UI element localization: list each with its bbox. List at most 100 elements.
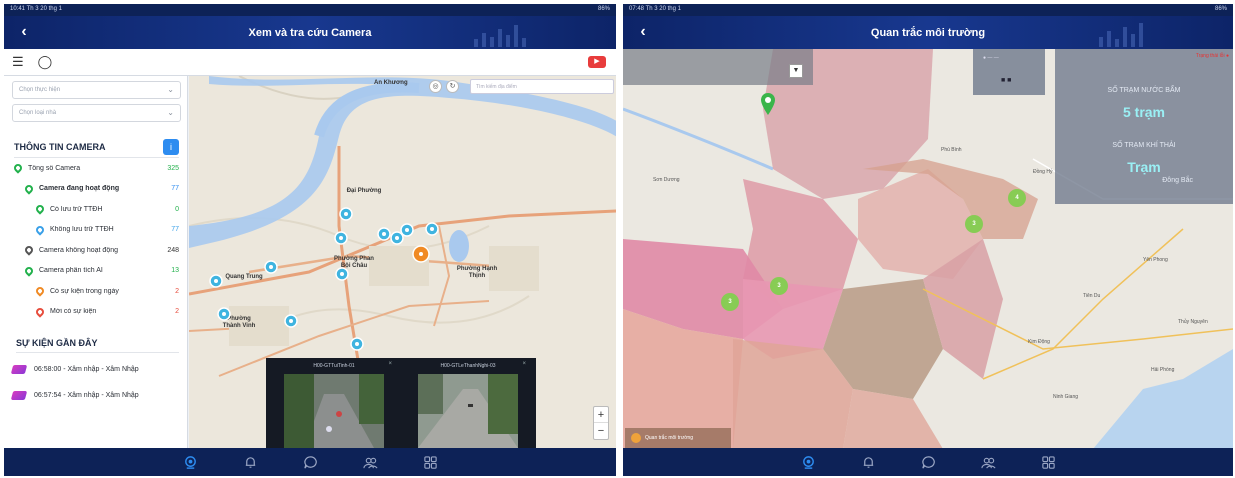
environment-map[interactable]: ▼ ● — — ■ ■ Trạng thái lỗi ● SỐ TRẠM NƯỚ… (623, 49, 1233, 448)
camera-marker[interactable] (284, 314, 298, 328)
camera-stat-count: 325 (167, 164, 179, 172)
camera-marker[interactable] (350, 337, 364, 351)
camera-marker[interactable] (339, 207, 353, 221)
video-feed-2[interactable]: H00-GTLeThanhNghi-03 × (414, 360, 526, 448)
camera-stat-count: 77 (171, 185, 179, 193)
station-cluster[interactable]: 3 (770, 277, 788, 295)
camera-marker[interactable] (264, 260, 278, 274)
camera-stat-label: Tổng số Camera (28, 164, 81, 172)
nav-notifications[interactable] (857, 451, 879, 473)
menu-icon[interactable]: ☰ (12, 54, 24, 70)
camera-marker[interactable] (425, 222, 439, 236)
right-screen: 07:48 Th 3 20 thg 1 86% ‹ Quan trắc môi … (623, 4, 1233, 476)
nav-notifications[interactable] (239, 451, 261, 473)
recent-events-list: 06:58:00 - Xâm nhập - Xâm Nhập 06:57:54 -… (4, 359, 187, 405)
camera-marker[interactable] (377, 227, 391, 241)
status-bar: 10:41 Th 3 20 thg 1 86% (4, 4, 616, 16)
filter-select-2-placeholder: Chọn loại nhà (19, 110, 57, 116)
info-button[interactable]: i (163, 138, 179, 155)
chevron-down-icon: ⌄ (167, 108, 174, 117)
camera-stat-row[interactable]: Mới có sự kiện 2 (4, 302, 187, 323)
close-icon[interactable]: × (522, 361, 526, 367)
zoom-in-button[interactable]: + (594, 407, 608, 423)
camera-stat-label: Camera không hoạt động (39, 246, 118, 254)
camera-stats-list: Tổng số Camera 325 Camera đang hoạt động 77… (4, 158, 187, 322)
station-cluster[interactable]: 4 (1008, 189, 1026, 207)
camera-marker[interactable] (209, 274, 223, 288)
zoom-out-button[interactable]: − (594, 423, 608, 439)
camera-stat-row[interactable]: Camera không hoạt động 248 (4, 240, 187, 261)
camera-stat-label: Mới có sự kiện (50, 308, 97, 316)
video-feed-1-image (284, 374, 384, 448)
legend-toggle[interactable]: ■ ■ (1001, 77, 1011, 84)
water-station-title: SỐ TRẠM NƯỚC BẨM (1107, 87, 1181, 94)
event-row[interactable]: 06:58:00 - Xâm nhập - Xâm Nhập (10, 359, 179, 379)
camera-stat-row[interactable]: Tổng số Camera 325 (4, 158, 187, 179)
map-pin-icon (23, 265, 35, 277)
map-pin-icon (23, 244, 35, 256)
camera-marker[interactable] (335, 267, 349, 281)
camera-stat-label: Có lưu trữ TTĐH (50, 205, 103, 213)
camera-icon (184, 455, 196, 469)
place-label: Ninh Giang (1053, 394, 1079, 400)
layer-toggle-button[interactable]: Quan trắc môi trường (625, 428, 731, 448)
camera-marker[interactable] (217, 307, 231, 321)
grid-icon (423, 455, 437, 469)
camera-marker[interactable] (412, 245, 430, 263)
filter-panel (623, 49, 813, 85)
close-icon[interactable]: × (388, 361, 392, 367)
air-station-value: Trạm (1127, 159, 1161, 175)
filter-select-2[interactable]: Chọn loại nhà ⌄ (12, 104, 181, 122)
nav-chat[interactable] (299, 451, 321, 473)
nav-apps[interactable] (1037, 451, 1059, 473)
filter-select-1[interactable]: Chọn thực hiện ⌄ (12, 81, 181, 99)
map-pin-icon (23, 183, 35, 195)
nav-apps[interactable] (419, 451, 441, 473)
place-label: Tiên Du (1083, 293, 1101, 299)
video-feed-2-title: H00-GTLeThanhNghi-03 (440, 363, 496, 369)
camera-stat-row[interactable]: Có lưu trữ TTĐH 0 (4, 199, 187, 220)
video-feed-1-title: H00-GTTuiTinh-01 (313, 363, 355, 369)
station-cluster[interactable]: 3 (965, 215, 983, 233)
users-icon (362, 457, 378, 469)
eye-off-icon[interactable]: ◯ (38, 54, 53, 70)
filter-select-1-placeholder: Chọn thực hiện (19, 87, 61, 93)
header-decoration (1099, 23, 1143, 47)
bottom-nav (623, 448, 1233, 476)
back-button[interactable]: ‹ (14, 22, 34, 42)
air-station-title: SỐ TRẠM KHÍ THẢI (1112, 142, 1176, 149)
camera-stat-row[interactable]: Camera đang hoạt động 77 (4, 179, 187, 200)
app-header: ‹ Quan trắc môi trường (623, 16, 1233, 49)
nav-camera[interactable] (797, 451, 819, 473)
camera-marker[interactable] (334, 231, 348, 245)
camera-marker[interactable] (390, 231, 404, 245)
users-icon (980, 457, 996, 469)
left-screen: 10:41 Th 3 20 thg 1 86% ‹ Xem và tra cứu… (4, 4, 616, 476)
camera-stat-row[interactable]: Camera phân tích AI 13 (4, 261, 187, 282)
video-feed-1[interactable]: H00-GTTuiTinh-01 × (280, 360, 392, 448)
camera-stat-row[interactable]: Không lưu trữ TTĐH 77 (4, 220, 187, 241)
back-button[interactable]: ‹ (633, 22, 653, 42)
nav-chat[interactable] (917, 451, 939, 473)
nav-users[interactable] (359, 451, 381, 473)
camera-stat-row[interactable]: Có sự kiện trong ngày 2 (4, 281, 187, 302)
nav-users[interactable] (977, 451, 999, 473)
bottom-nav (4, 448, 616, 476)
station-summary-panel: Trạng thái lỗi ● SỐ TRẠM NƯỚC BẨM 5 trạm… (1055, 49, 1233, 204)
layer-label: Quan trắc môi trường (645, 435, 694, 441)
status-date: Th 3 20 thg 1 (645, 6, 681, 12)
camera-marker[interactable] (400, 223, 414, 237)
event-row[interactable]: 06:57:54 - Xâm nhập - Xâm Nhập (10, 385, 179, 405)
video-record-button[interactable]: ▶ (588, 56, 606, 68)
station-cluster[interactable]: 3 (721, 293, 739, 311)
nav-camera[interactable] (179, 451, 201, 473)
camera-stat-count: 2 (175, 308, 179, 316)
video-feed-2-image (418, 374, 518, 448)
location-pin-icon[interactable] (761, 93, 775, 115)
map-pin-icon (34, 285, 46, 297)
filter-icon[interactable]: ▼ (789, 64, 803, 78)
zoom-control: + − (593, 406, 609, 440)
layer-icon (631, 433, 641, 443)
place-label: Kim Động (1028, 339, 1050, 345)
map-pin-icon (12, 162, 24, 174)
